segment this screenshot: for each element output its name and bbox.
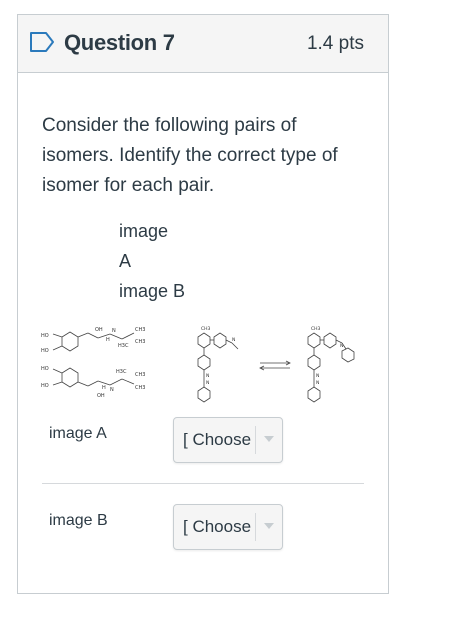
select-divider — [255, 426, 256, 454]
question-title: Question 7 — [64, 30, 175, 55]
answer-select-image-a[interactable]: [ Choose — [173, 417, 283, 463]
mol-label: CH3 — [135, 327, 145, 333]
mol-label: N — [316, 380, 319, 386]
mol-label: N — [110, 387, 114, 393]
mol-label: HO — [41, 348, 49, 354]
question-card: Question 7 1.4 pts Consider the followin… — [17, 14, 389, 594]
mol-label: CH3 — [135, 385, 145, 391]
answer-label-image-a: image A — [49, 425, 107, 442]
question-header: Question 7 1.4 pts — [18, 15, 388, 73]
image-label-3: image B — [119, 281, 186, 301]
select-divider — [255, 513, 256, 541]
mol-label: OH — [95, 327, 103, 333]
mol-label: CH3 — [201, 326, 211, 332]
mol-label: HO — [41, 366, 49, 372]
mol-label: H3C — [116, 369, 127, 375]
mol-label: HO — [41, 383, 49, 389]
mol-label: CH3 — [135, 339, 145, 345]
answer-label-image-b: image B — [49, 512, 108, 529]
select-value: [ Choose — [183, 517, 252, 536]
question-prompt: Consider the following pairs of isomers.… — [42, 115, 338, 196]
caret-down-icon — [264, 523, 274, 529]
mol-label: N — [232, 337, 235, 343]
mol-label: N — [340, 343, 343, 349]
mol-label: H — [106, 337, 110, 343]
answer-divider — [42, 483, 364, 484]
mol-label: N — [206, 380, 209, 386]
caret-down-icon — [264, 436, 274, 442]
mol-label: CH3 — [311, 326, 321, 332]
molecule-pair-image-a: HO HO OH H N CH3 H3C CH3 HO HO H3C CH3 C… — [41, 327, 145, 399]
question-points: 1.4 pts — [306, 33, 364, 54]
flag-icon[interactable] — [29, 31, 55, 53]
mol-label: H3C — [118, 343, 129, 349]
mol-label: OH — [97, 393, 105, 399]
mol-label: N — [206, 373, 209, 379]
mol-label: N — [316, 373, 319, 379]
select-value: [ Choose — [183, 430, 252, 449]
mol-label: N — [112, 328, 116, 334]
mol-label: HO — [41, 333, 49, 339]
answer-select-image-b[interactable]: [ Choose — [173, 504, 283, 550]
molecule-pair-image-b: CH3 N N N CH3 N N N — [197, 326, 355, 403]
image-label-2: A — [119, 251, 132, 271]
image-label-1: image — [119, 221, 169, 241]
mol-label: CH3 — [135, 372, 145, 378]
mol-label: H — [102, 385, 106, 391]
